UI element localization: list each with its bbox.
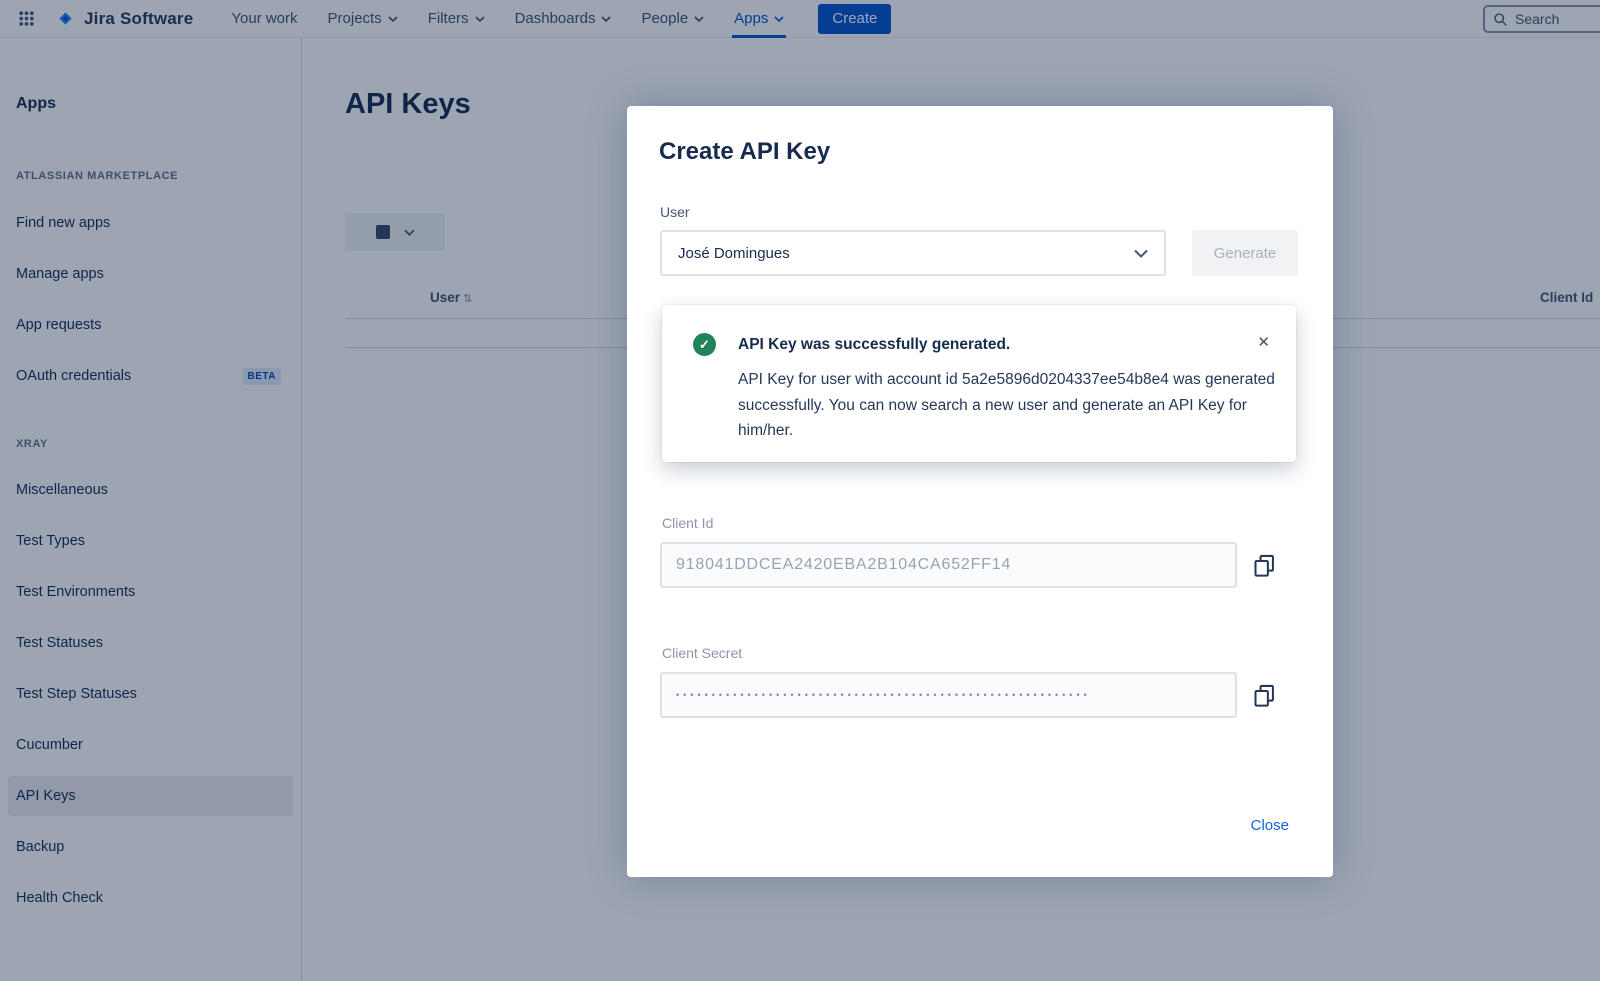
client-id-label: Client Id xyxy=(662,515,713,531)
client-secret-input[interactable]: ••••••••••••••••••••••••••••••••••••••••… xyxy=(660,672,1237,718)
user-field-label: User xyxy=(660,204,690,220)
flag-title: API Key was successfully generated. xyxy=(738,336,1010,354)
client-id-input[interactable] xyxy=(660,542,1237,588)
user-select-value: José Domingues xyxy=(678,245,790,262)
create-api-key-modal: Create API Key User José Domingues Gener… xyxy=(627,106,1333,877)
user-select[interactable]: José Domingues xyxy=(660,230,1166,276)
generate-button[interactable]: Generate xyxy=(1192,230,1298,276)
client-secret-label: Client Secret xyxy=(662,645,742,661)
modal-title: Create API Key xyxy=(659,138,830,166)
modal-close-button[interactable]: Close xyxy=(1251,817,1289,834)
copy-icon xyxy=(1251,682,1278,709)
copy-client-secret-button[interactable] xyxy=(1249,680,1279,710)
success-flag: ✓ API Key was successfully generated. ✕ … xyxy=(662,305,1296,462)
success-check-icon: ✓ xyxy=(693,333,716,356)
copy-client-id-button[interactable] xyxy=(1249,550,1279,580)
copy-icon xyxy=(1251,552,1278,579)
chevron-down-icon xyxy=(1134,249,1148,258)
flag-close-icon[interactable]: ✕ xyxy=(1257,333,1270,351)
flag-body: API Key for user with account id 5a2e589… xyxy=(738,367,1276,444)
